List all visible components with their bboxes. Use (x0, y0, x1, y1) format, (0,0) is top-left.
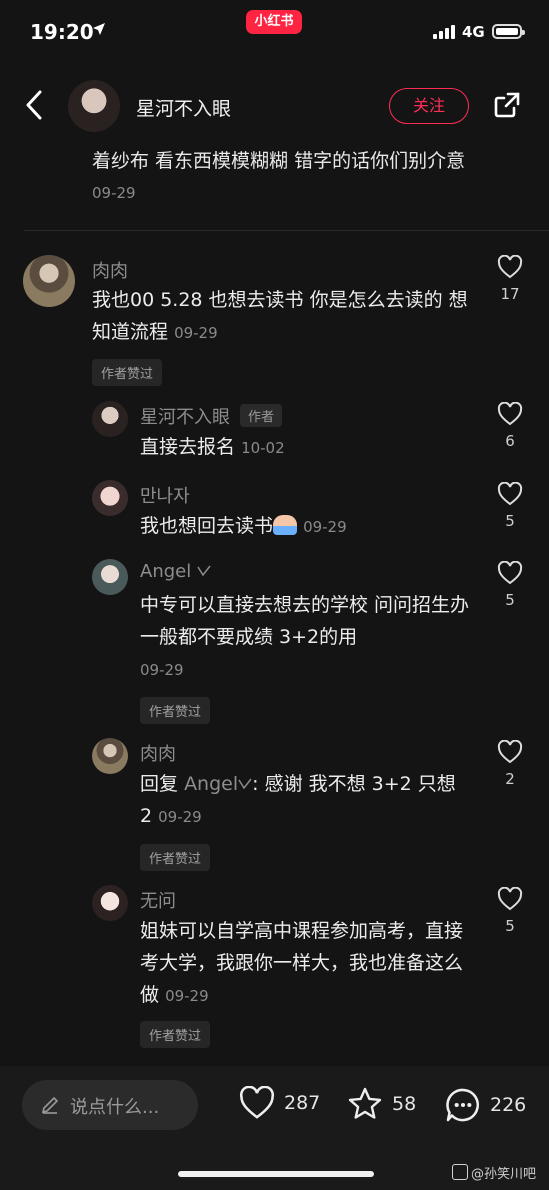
like-count: 17 (500, 285, 520, 303)
like-count: 5 (505, 591, 515, 609)
network-label: 4G (462, 23, 485, 41)
commenter-name[interactable]: 肉肉 (92, 257, 128, 283)
author-name[interactable]: 星河不入眼 (136, 94, 231, 121)
reply-name: Angel (140, 561, 192, 582)
reply-date: 09-29 (140, 661, 184, 679)
comment-body[interactable]: 我也00 5.28 也想去读书 你是怎么去读的 想知道流程 09-29 (92, 284, 482, 349)
home-indicator[interactable] (178, 1171, 374, 1177)
heart-icon (497, 254, 523, 279)
status-time: 19:20 (30, 20, 94, 44)
reply-avatar[interactable] (92, 559, 128, 595)
status-bar: 19:20 小红书 4G (0, 0, 549, 64)
back-arrow-icon[interactable] (24, 90, 44, 120)
heart-icon (497, 481, 523, 506)
divider (24, 230, 549, 231)
reply-like-button[interactable]: 5 (490, 886, 530, 935)
reply-prefix: 回复 (140, 773, 179, 795)
like-count: 2 (505, 770, 515, 788)
like-count: 5 (505, 917, 515, 935)
reply-text: 我也想回去读书 (140, 515, 274, 537)
battery-icon (492, 24, 525, 39)
reply-body[interactable]: 中专可以直接去想去的学校 问问招生办 一般都不要成绩 3+2的用 09-29 (140, 589, 480, 686)
reply-like-button[interactable]: 5 (490, 560, 530, 609)
comment-input[interactable]: 说点什么... (22, 1080, 198, 1130)
watermark-text: @孙笑川吧 (471, 1167, 537, 1182)
favorite-count: 58 (392, 1093, 417, 1115)
watermark: @孙笑川吧 (452, 1163, 536, 1182)
favorite-button[interactable]: 58 (346, 1086, 416, 1122)
commenter-avatar[interactable] (23, 255, 75, 307)
comment-like-button[interactable]: 17 (490, 254, 530, 303)
reply-avatar[interactable] (92, 885, 128, 921)
previous-comment-date: 09-29 (92, 184, 136, 202)
weibo-icon (452, 1164, 468, 1180)
like-count: 287 (284, 1092, 321, 1114)
star-icon (348, 1087, 382, 1119)
bottom-action-bar: 说点什么... 287 58 226 @孙笑川吧 (0, 1066, 549, 1190)
verified-check-icon (238, 778, 252, 790)
reply-name: 星河不入眼 (140, 407, 230, 428)
comment-date: 09-29 (174, 324, 218, 342)
signal-icon (433, 25, 455, 39)
reply-date: 09-29 (303, 518, 347, 536)
pencil-icon (41, 1096, 59, 1114)
post-header: 星河不入眼 关注 (0, 64, 549, 146)
share-icon[interactable] (492, 90, 522, 120)
like-post-button[interactable]: 287 (238, 1086, 320, 1120)
reply-like-button[interactable]: 2 (490, 739, 530, 788)
reply-name[interactable]: 无问 (140, 887, 176, 913)
author-liked-tag: 作者赞过 (140, 1021, 211, 1048)
heart-icon (497, 886, 523, 911)
author-liked-tag: 作者赞过 (140, 697, 211, 724)
previous-comment: 着纱布 看东西模模糊糊 错字的话你们别介意 09-29 (92, 146, 492, 209)
comment-text: 我也00 5.28 也想去读书 你是怎么去读的 想知道流程 (92, 289, 468, 343)
verified-check-icon (197, 565, 211, 577)
reply-date: 09-29 (158, 808, 202, 826)
heart-icon (497, 560, 523, 585)
author-tag: 作者 (240, 404, 283, 427)
heart-icon (497, 401, 523, 426)
reply-body[interactable]: 我也想回去读书 09-29 (140, 510, 480, 543)
author-avatar[interactable] (68, 80, 120, 132)
reply-name[interactable]: 肉肉 (140, 740, 176, 766)
mention-name: Angel (184, 773, 239, 795)
reply-date: 09-29 (165, 987, 209, 1005)
reply-body[interactable]: 姐妹可以自学高中课程参加高考，直接考大学，我跟你一样大，我也准备这么做 09-2… (140, 915, 470, 1012)
heart-icon (497, 739, 523, 764)
reply-avatar[interactable] (92, 401, 128, 437)
reply-like-button[interactable]: 5 (490, 481, 530, 530)
reply-text: 直接去报名 (140, 436, 236, 458)
emoji-icon (273, 515, 298, 535)
follow-button[interactable]: 关注 (389, 88, 469, 124)
heart-icon (239, 1086, 275, 1119)
reply-name-row[interactable]: 星河不入眼 作者 (140, 403, 283, 429)
reply-body[interactable]: 直接去报名 10-02 (140, 431, 480, 464)
comment-count: 226 (490, 1094, 527, 1116)
reply-text: 中专可以直接去想去的学校 问问招生办 一般都不要成绩 3+2的用 (140, 594, 470, 648)
like-count: 6 (505, 432, 515, 450)
reply-name[interactable]: 만나자 (140, 482, 190, 508)
author-liked-tag: 作者赞过 (92, 359, 163, 386)
reply-avatar[interactable] (92, 480, 128, 516)
reply-mention[interactable]: Angel (184, 773, 252, 795)
author-liked-tag: 作者赞过 (140, 844, 211, 871)
app-badge: 小红书 (246, 10, 302, 34)
like-count: 5 (505, 512, 515, 530)
reply-name-row[interactable]: Angel (140, 561, 211, 582)
reply-date: 10-02 (241, 439, 285, 457)
comment-button[interactable]: 226 (444, 1086, 526, 1124)
comment-bubble-icon (446, 1088, 479, 1122)
comment-input-placeholder: 说点什么... (70, 1097, 160, 1118)
reply-avatar[interactable] (92, 738, 128, 774)
location-arrow-icon (93, 23, 105, 35)
reply-like-button[interactable]: 6 (490, 401, 530, 450)
previous-comment-text: 着纱布 看东西模模糊糊 错字的话你们别介意 (92, 150, 466, 172)
reply-body[interactable]: 回复 Angel: 感谢 我不想 3+2 只想 2 09-29 (140, 768, 470, 833)
